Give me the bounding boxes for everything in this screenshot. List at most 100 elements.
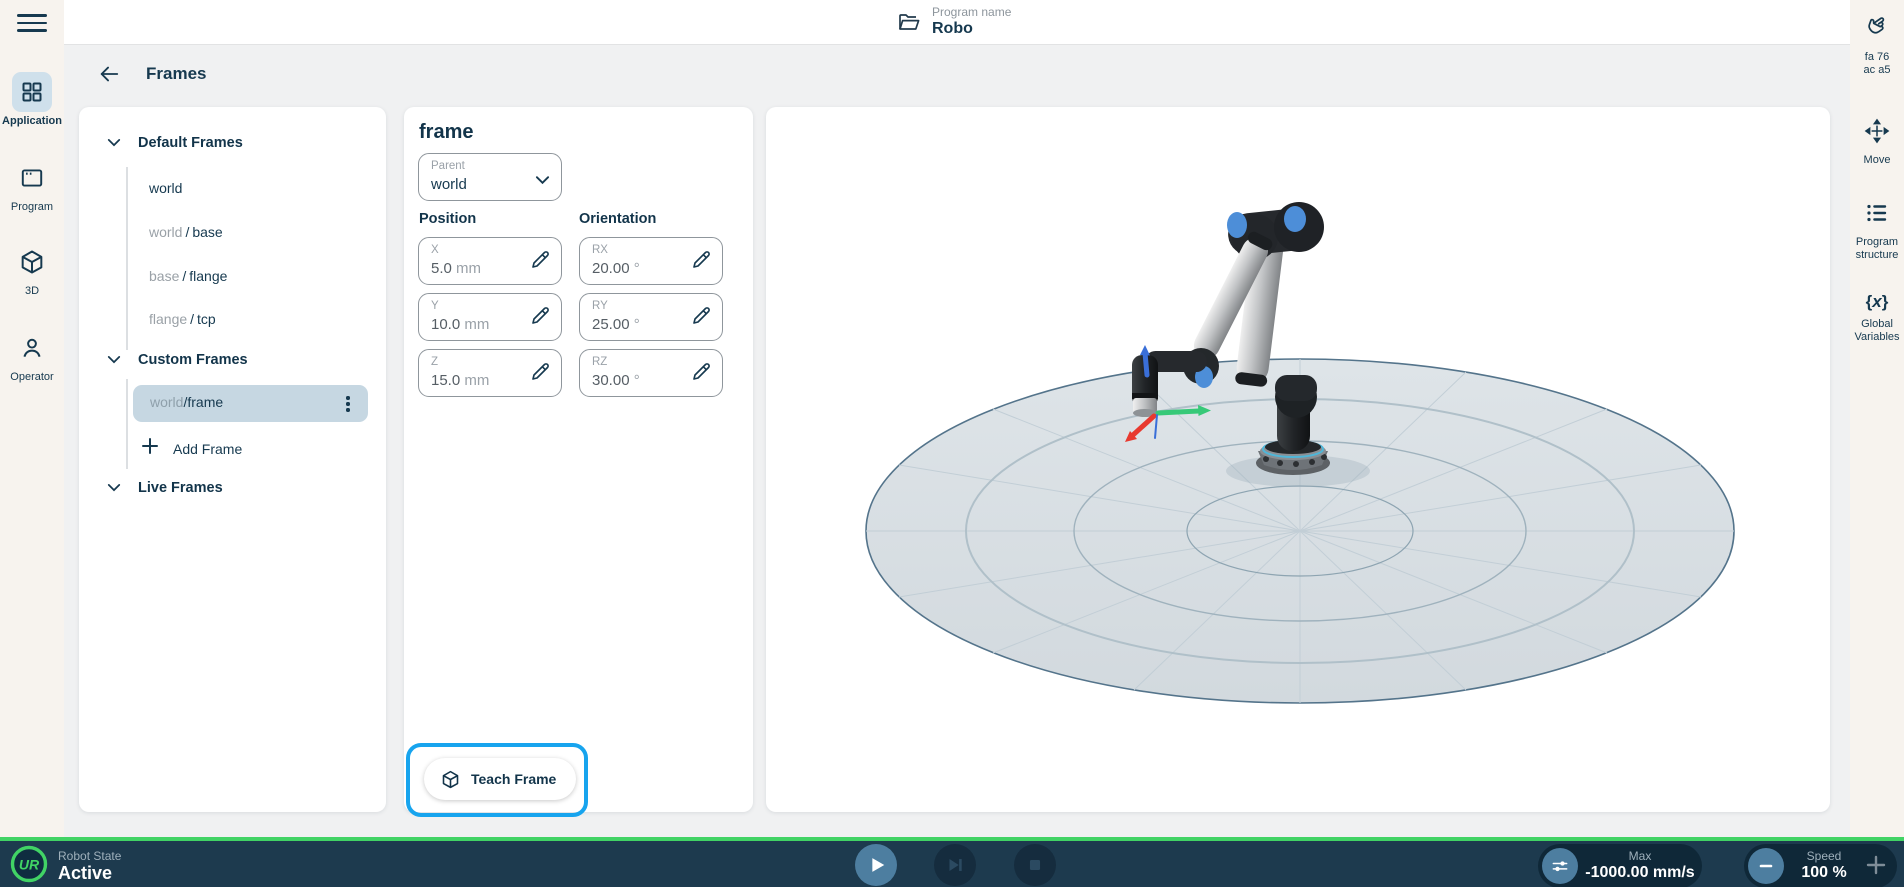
orientation-rx-field[interactable]: RX 20.00 ° [579, 237, 723, 285]
program-name-chip[interactable]: Program name Robo [896, 5, 1011, 39]
tree-item-world-frame-selected[interactable]: world/frame [133, 385, 368, 422]
cube-3d-icon [12, 242, 52, 282]
right-sidebar: fa 76 ac a5 Move Program structure {x} G… [1850, 0, 1904, 837]
sidebar-item-move[interactable]: Move [1850, 118, 1904, 167]
parent-select[interactable]: Parent world [418, 153, 562, 201]
sidebar-item-label: Application [0, 115, 64, 127]
sidebar-item-label: Operator [0, 371, 64, 383]
field-value: 20.00 [592, 260, 630, 277]
skip-next-button[interactable] [934, 844, 976, 886]
field-value: 5.0 [431, 260, 452, 277]
edit-pencil-icon[interactable] [689, 249, 713, 273]
sidebar-item-application[interactable]: Application [0, 72, 64, 127]
sidebar-item-program[interactable]: Program [0, 158, 64, 213]
stop-button[interactable] [1014, 844, 1056, 886]
speed-value: 100 % [1788, 864, 1860, 882]
play-button[interactable] [855, 844, 897, 886]
hand-guide-item[interactable]: fa 76 ac a5 [1850, 12, 1904, 77]
polyscope-app: Program name Robo Application Program 3D [0, 0, 1904, 887]
program-name-value: Robo [932, 20, 1011, 38]
cube-icon [440, 769, 461, 790]
orientation-rz-field[interactable]: RZ 30.00 ° [579, 349, 723, 397]
sidebar-item-3d[interactable]: 3D [0, 242, 64, 297]
sidebar-item-global-variables[interactable]: {x} Global Variables [1850, 292, 1904, 343]
speed-pill: Speed 100 % [1744, 844, 1897, 887]
back-button[interactable] [98, 64, 120, 84]
tree-section-label: Default Frames [138, 135, 243, 151]
tree-item-flange-tcp[interactable]: flange/tcp [149, 311, 216, 327]
position-z-field[interactable]: Z 15.0 mm [418, 349, 562, 397]
edit-pencil-icon[interactable] [689, 305, 713, 329]
kebab-menu-icon[interactable] [340, 393, 356, 415]
program-window-icon [12, 158, 52, 198]
tree-section-label: Live Frames [138, 480, 223, 496]
svg-text:UR: UR [19, 857, 40, 873]
field-unit: mm [456, 260, 481, 277]
sidebar-item-label: Program [0, 201, 64, 213]
menu-icon[interactable] [17, 9, 47, 33]
viewport-3d[interactable] [766, 107, 1830, 812]
field-unit: ° [634, 260, 640, 277]
max-speed-pill: Max -1000.00 mm/s [1538, 844, 1702, 887]
frame-parent: base [149, 268, 179, 284]
top-bar: Program name Robo [64, 0, 1850, 45]
robot-state-value: Active [58, 863, 121, 884]
move-arrows-icon [1864, 131, 1890, 148]
tree-section-live-frames[interactable]: Live Frames [107, 479, 223, 497]
sidebar-item-label: Program structure [1850, 236, 1904, 261]
operator-person-icon [12, 328, 52, 368]
tree-guide-line [126, 379, 128, 469]
edit-pencil-icon[interactable] [528, 361, 552, 385]
ur-logo: UR [10, 845, 48, 887]
frame-name: frame [187, 394, 223, 410]
tree-guide-line [126, 167, 128, 350]
robot-state-chip[interactable]: UR Robot State Active [10, 845, 121, 887]
position-y-field[interactable]: Y 10.0 mm [418, 293, 562, 341]
frame-name: base [192, 224, 222, 240]
orientation-group-label: Orientation [579, 211, 656, 227]
edit-pencil-icon[interactable] [689, 361, 713, 385]
field-value: 25.00 [592, 316, 630, 333]
edit-pencil-icon[interactable] [528, 305, 552, 329]
field-label: X [431, 244, 439, 256]
field-value: 10.0 [431, 316, 460, 333]
teach-frame-focus-ring: Teach Frame [406, 743, 588, 817]
field-label: Y [431, 300, 439, 312]
badge-line-1: fa 76 [1850, 51, 1904, 64]
chevron-down-icon [535, 172, 550, 190]
sidebar-item-label: Global Variables [1850, 318, 1904, 343]
sidebar-item-program-structure[interactable]: Program structure [1850, 200, 1904, 261]
badge-line-2: ac a5 [1850, 64, 1904, 77]
sidebar-item-operator[interactable]: Operator [0, 328, 64, 383]
frame-separator: / [179, 268, 189, 284]
position-x-field[interactable]: X 5.0 mm [418, 237, 562, 285]
frame-name: tcp [197, 311, 216, 327]
add-frame-button[interactable]: Add Frame [141, 437, 242, 460]
field-unit: ° [634, 316, 640, 333]
list-icon [1864, 213, 1890, 230]
frames-tree-panel: Default Frames world world/base base/fla… [79, 107, 386, 812]
parent-select-label: Parent [431, 160, 465, 172]
tree-item-base-flange[interactable]: base/flange [149, 268, 227, 284]
teach-frame-button[interactable]: Teach Frame [424, 758, 576, 800]
tree-item-world-base[interactable]: world/base [149, 224, 223, 240]
orientation-ry-field[interactable]: RY 25.00 ° [579, 293, 723, 341]
tree-section-custom-frames[interactable]: Custom Frames [107, 351, 248, 369]
tree-section-default-frames[interactable]: Default Frames [107, 134, 243, 152]
speed-settings-button[interactable] [1542, 848, 1578, 884]
speed-label: Speed [1788, 849, 1860, 863]
frame-separator: / [187, 311, 197, 327]
speed-increase-button[interactable] [1863, 853, 1889, 879]
field-value: 30.00 [592, 372, 630, 389]
tree-item-world[interactable]: world [149, 180, 182, 196]
edit-pencil-icon[interactable] [528, 249, 552, 273]
robot-state-label: Robot State [58, 849, 121, 863]
plus-icon [141, 437, 159, 460]
robot-3d-scene [766, 107, 1830, 812]
frame-title: frame [419, 121, 473, 144]
frame-detail-panel: frame Parent world Position Orientation … [404, 107, 753, 812]
field-unit: mm [464, 372, 489, 389]
speed-decrease-button[interactable] [1748, 848, 1784, 884]
folder-icon [896, 10, 922, 39]
sidebar-item-label: 3D [0, 285, 64, 297]
